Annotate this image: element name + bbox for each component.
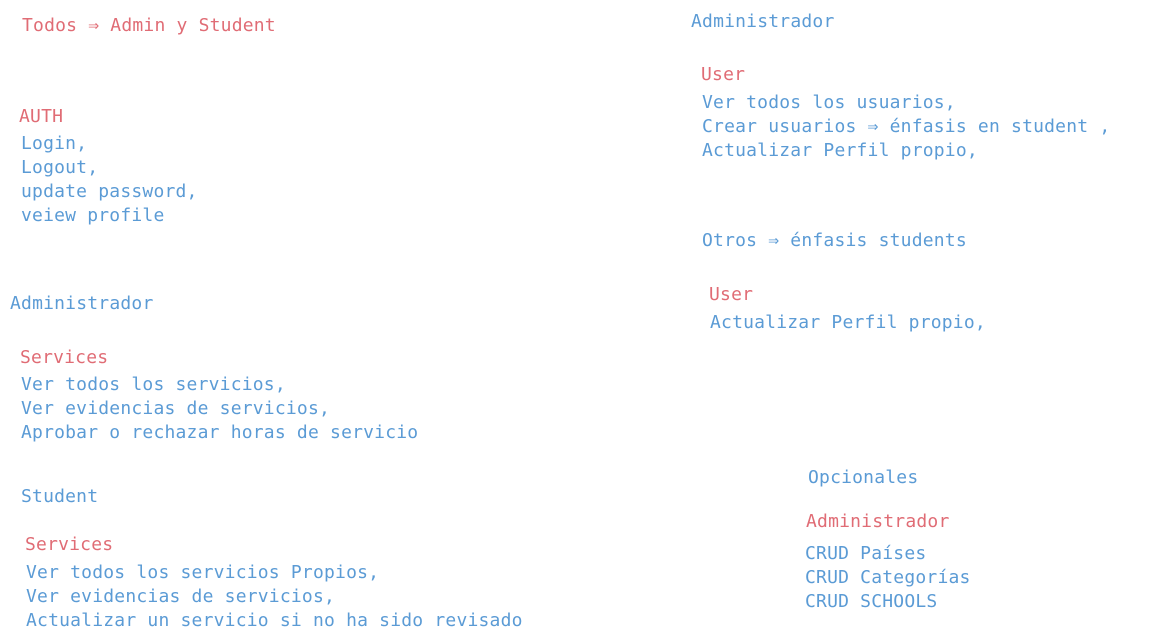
left-student-item: Actualizar un servicio si no ha sido rev… [26,610,523,631]
auth-item: Login, [21,133,88,154]
right-admin-item: Ver todos los usuarios, [702,92,956,113]
left-student-section: Services [25,534,114,555]
optional-heading: Opcionales [808,467,919,488]
left-admin-item: Ver todos los servicios, [21,374,286,395]
optional-section: Administrador [806,511,950,532]
right-others-section: User [709,284,754,305]
left-admin-section: Services [20,347,109,368]
right-others-role: Otros ⇒ énfasis students [702,230,967,251]
left-student-list: Ver todos los servicios Propios, Ver evi… [26,561,523,633]
optional-item: CRUD SCHOOLS [805,591,938,612]
auth-list: Login, Logout, update password, veiew pr… [21,132,198,228]
optional-item: CRUD Países [805,543,927,564]
right-admin-section: User [701,64,746,85]
left-student-item: Ver evidencias de servicios, [26,586,336,607]
right-admin-item: Crear usuarios ⇒ énfasis en student , [702,116,1111,137]
right-admin-list: Ver todos los usuarios, Crear usuarios ⇒… [702,91,1110,163]
right-admin-role: Administrador [691,11,835,32]
left-admin-list: Ver todos los servicios, Ver evidencias … [21,373,418,445]
left-admin-role: Administrador [10,293,154,314]
right-others-item: Actualizar Perfil propio, [710,312,986,333]
left-student-role: Student [21,486,99,507]
page-title: Todos ⇒ Admin y Student [22,15,276,36]
right-others-list: Actualizar Perfil propio, [710,311,986,335]
optional-item: CRUD Categorías [805,567,971,588]
auth-item: Logout, [21,157,99,178]
left-admin-item: Ver evidencias de servicios, [21,398,331,419]
optional-list: CRUD Países CRUD Categorías CRUD SCHOOLS [805,542,971,614]
left-student-item: Ver todos los servicios Propios, [26,562,380,583]
auth-item: veiew profile [21,205,165,226]
left-admin-item: Aprobar o rechazar horas de servicio [21,422,419,443]
right-admin-item: Actualizar Perfil propio, [702,140,978,161]
auth-heading: AUTH [19,106,64,127]
auth-item: update password, [21,181,198,202]
canvas: { "title": "Todos ⇒ Admin y Student", "a… [0,0,1157,642]
